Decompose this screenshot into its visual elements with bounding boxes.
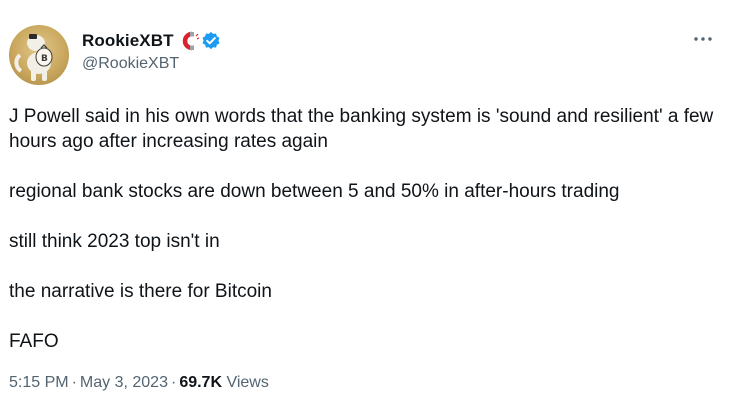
tweet-meta: 5:15 PM · May 3, 2023 · 69.7K Views	[9, 374, 269, 392]
author-handle[interactable]: @RookieXBT	[82, 55, 221, 73]
views-link[interactable]: 69.7K Views	[179, 374, 269, 391]
tweet-header: B RookieXBT @RookieXBT	[9, 22, 719, 85]
svg-text:B: B	[41, 54, 48, 64]
tweet-paragraph: regional bank stocks are down between 5 …	[9, 181, 620, 202]
tweet-card: B RookieXBT @RookieXBT J Powell said in …	[0, 0, 729, 410]
verified-badge-icon[interactable]	[201, 31, 221, 51]
tweet-paragraph: J Powell said in his own words that the …	[9, 106, 714, 152]
meta-separator: ·	[170, 374, 177, 391]
avatar-image: B	[14, 34, 53, 81]
tweet-paragraph: the narrative is there for Bitcoin	[9, 281, 272, 302]
tweet-time: 5:15 PM	[9, 374, 69, 391]
tweet-paragraph: still think 2023 top isn't in	[9, 231, 220, 252]
tweet-time-link[interactable]: 5:15 PM · May 3, 2023	[9, 374, 168, 391]
tweet-paragraph: FAFO	[9, 331, 59, 352]
more-icon[interactable]	[691, 27, 715, 51]
author-names: RookieXBT @RookieXBT	[82, 30, 221, 73]
views-count: 69.7K	[179, 374, 223, 391]
avatar[interactable]: B	[9, 25, 69, 85]
display-name-row: RookieXBT	[82, 30, 221, 52]
views-label: Views	[226, 374, 269, 391]
display-name[interactable]: RookieXBT	[82, 31, 174, 51]
meta-separator: ·	[71, 374, 77, 391]
magnet-icon	[178, 31, 200, 51]
tweet-date: May 3, 2023	[79, 374, 168, 391]
